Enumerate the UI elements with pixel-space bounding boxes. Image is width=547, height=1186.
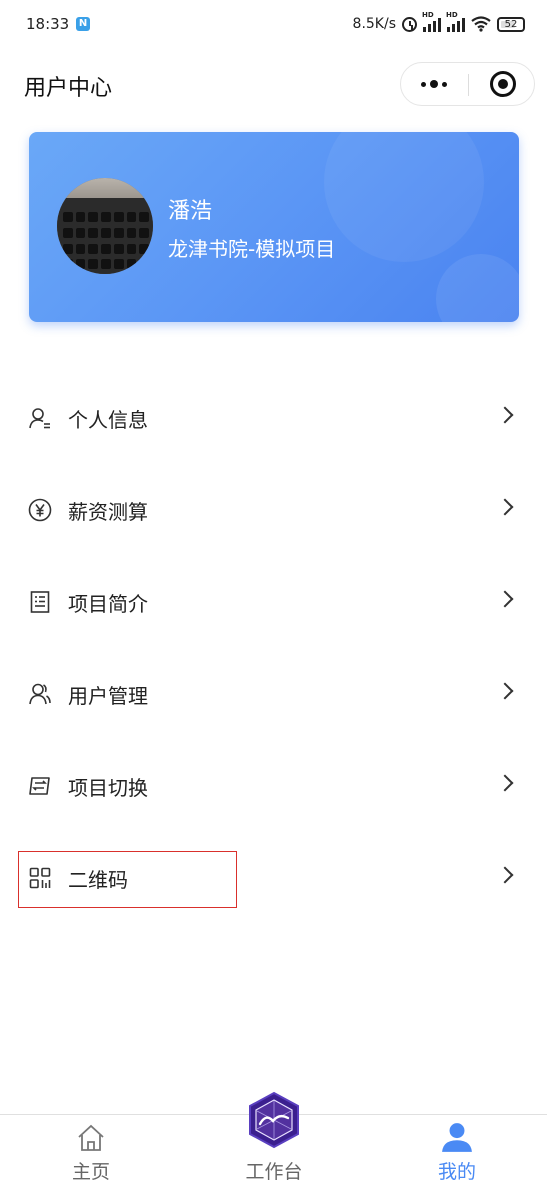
- chevron-right-icon: [496, 682, 514, 700]
- tab-label: 主页: [71, 1161, 110, 1183]
- wifi-icon: [471, 16, 491, 32]
- tab-mine[interactable]: 我的: [397, 1115, 517, 1186]
- yen-icon: [28, 498, 52, 522]
- chevron-right-icon: [496, 590, 514, 608]
- menu-item-project-switch[interactable]: 项目切换: [0, 740, 547, 832]
- menu-item-project-intro[interactable]: 项目简介: [0, 556, 547, 648]
- network-speed: 8.5K/s: [352, 16, 396, 32]
- person-icon: [29, 408, 50, 429]
- menu-label: 个人信息: [68, 408, 148, 432]
- signal-icon-2: HD: [446, 11, 465, 32]
- profile-card[interactable]: 潘浩 龙津书院-模拟项目: [29, 132, 519, 322]
- menu-label: 薪资测算: [68, 500, 148, 524]
- user-center-page: 18:33 N 8.5K/s HD HD 52 用户中心 潘浩 龙津书院-模拟项…: [0, 0, 547, 1186]
- more-dots-icon: [421, 82, 426, 87]
- status-bar: 18:33 N 8.5K/s HD HD 52: [0, 0, 547, 52]
- user-organization: 龙津书院-模拟项目: [168, 237, 336, 261]
- avatar: [57, 178, 153, 274]
- menu-label: 项目简介: [68, 592, 148, 616]
- nav-bar: 用户中心: [0, 52, 547, 116]
- tab-home[interactable]: 主页: [31, 1115, 151, 1186]
- target-close-icon: [490, 71, 516, 97]
- battery-icon: 52: [497, 16, 525, 32]
- home-icon: [78, 1124, 104, 1151]
- signal-icon: HD: [422, 11, 441, 32]
- users-icon: [29, 683, 51, 705]
- bottom-tab-bar: 主页 工作台 我的: [0, 1091, 547, 1186]
- tab-label: 工作台: [245, 1161, 303, 1183]
- user-name: 潘浩: [168, 199, 213, 224]
- workbench-logo: [249, 1091, 299, 1149]
- tab-workbench[interactable]: 工作台: [214, 1091, 334, 1186]
- chevron-right-icon: [496, 866, 514, 884]
- page-title: 用户中心: [24, 76, 113, 101]
- notification-app-icon: N: [76, 17, 90, 31]
- card-decoration-2: [436, 254, 519, 322]
- card-decoration: [324, 132, 484, 262]
- status-time: 18:33: [26, 15, 70, 33]
- menu-item-personal-info[interactable]: 个人信息: [0, 372, 547, 464]
- status-indicators: 8.5K/s HD HD 52: [352, 11, 525, 34]
- menu-item-user-management[interactable]: 用户管理: [0, 648, 547, 740]
- user-icon: [442, 1123, 472, 1152]
- menu-label: 用户管理: [68, 684, 148, 708]
- hd-label: HD: [422, 11, 434, 19]
- menu-label: 项目切换: [68, 776, 148, 800]
- close-button[interactable]: [469, 63, 535, 105]
- hd-label-2: HD: [446, 11, 458, 19]
- miniprogram-capsule: [400, 62, 535, 106]
- document-icon: [30, 591, 50, 613]
- chevron-right-icon: [496, 774, 514, 792]
- tab-label: 我的: [437, 1161, 476, 1183]
- qrcode-highlight-box: [18, 851, 237, 908]
- chevron-right-icon: [496, 498, 514, 516]
- menu-list: 个人信息 薪资测算 项目简介 用户管理 项目切换 二维码: [0, 372, 547, 924]
- switch-icon: [29, 777, 50, 795]
- chevron-right-icon: [496, 406, 514, 424]
- more-button[interactable]: [401, 63, 468, 105]
- alarm-clock-icon: [402, 16, 417, 32]
- menu-item-salary-calc[interactable]: 薪资测算: [0, 464, 547, 556]
